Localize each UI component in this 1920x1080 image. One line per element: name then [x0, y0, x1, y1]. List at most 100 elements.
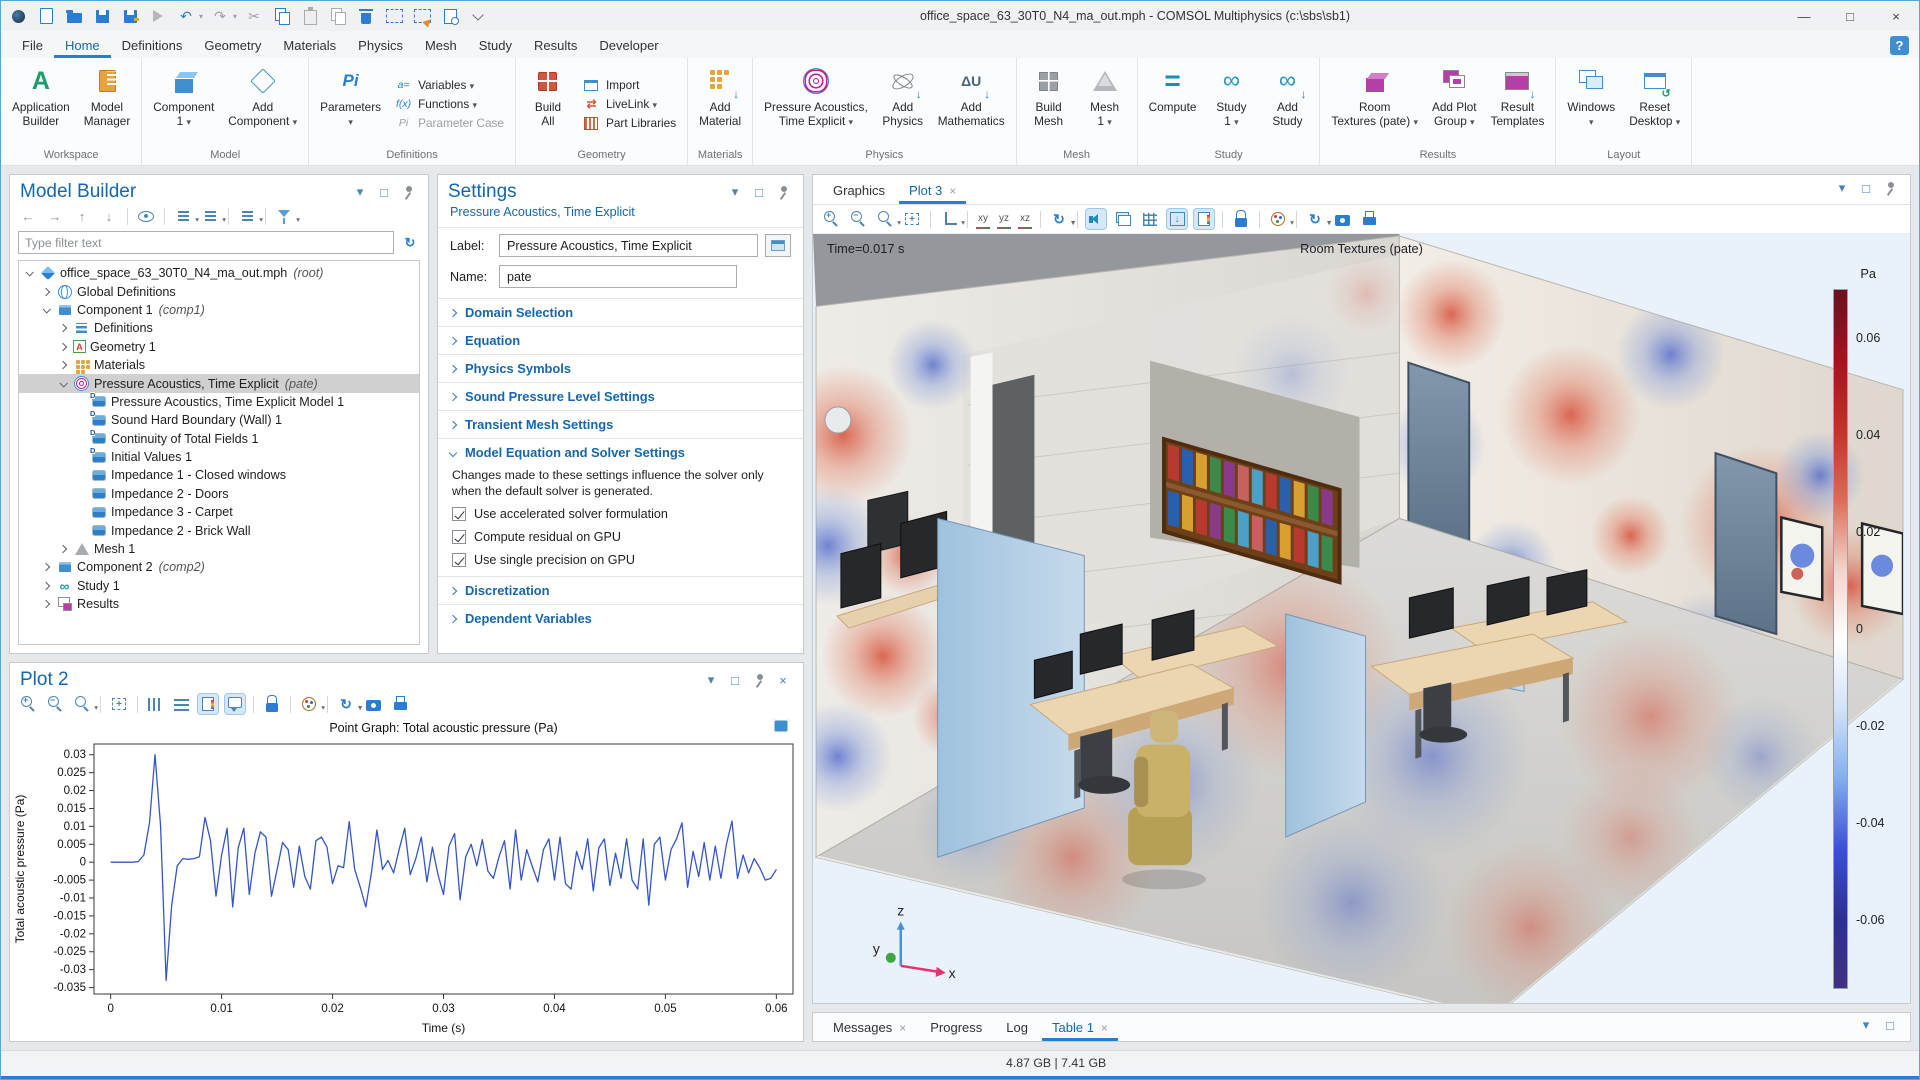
tree-item-impedance-1-closed-windows[interactable]: Impedance 1 - Closed windows: [19, 466, 419, 484]
x-axis-grid-icon[interactable]: [148, 697, 163, 711]
tree-item-continuity-of-total-fields-1[interactable]: Continuity of Total Fields 1: [19, 428, 419, 448]
tree-expander-icon[interactable]: [42, 305, 51, 314]
select-box-icon[interactable]: [383, 5, 405, 27]
show-material-color-icon[interactable]: [1167, 209, 1187, 229]
rename-label-button[interactable]: [765, 234, 791, 257]
filter-icon[interactable]: ▾: [274, 206, 300, 226]
run-icon[interactable]: [147, 5, 169, 27]
float-icon[interactable]: □: [725, 670, 745, 690]
ribbon-parameter-case[interactable]: Pi Parameter Case: [395, 116, 504, 131]
app-logo-icon[interactable]: [7, 5, 29, 27]
toolbar-overflow-icon[interactable]: [467, 5, 489, 27]
ribbon-add-study[interactable]: ∞AddStudy: [1259, 62, 1315, 146]
image-snapshot-icon[interactable]: [1332, 209, 1352, 229]
menu-definitions[interactable]: Definitions: [111, 34, 194, 58]
ribbon-build-mesh[interactable]: Build Mesh: [1021, 62, 1077, 146]
tree-expander-icon[interactable]: [41, 287, 51, 296]
ribbon-add-material[interactable]: AddMaterial: [692, 62, 748, 146]
print-icon[interactable]: [390, 694, 410, 714]
zoom-out-icon[interactable]: −: [45, 694, 65, 714]
tree-item-global-definitions[interactable]: Global Definitions: [19, 282, 419, 300]
collapse-icon[interactable]: ▾: [725, 182, 745, 202]
tree-item-sound-hard-boundary-wall-1[interactable]: Sound Hard Boundary (Wall) 1: [19, 410, 419, 429]
zoom-box-icon[interactable]: ▾: [72, 694, 98, 714]
tree-expander-icon[interactable]: [58, 324, 68, 333]
find-icon[interactable]: [439, 5, 461, 27]
tab-graphics[interactable]: Graphics: [823, 178, 895, 204]
image-snapshot-icon[interactable]: [363, 694, 383, 714]
undo-dropdown-icon[interactable]: ▾: [199, 12, 203, 21]
ribbon-part-libraries[interactable]: Part Libraries: [583, 116, 676, 131]
redo-dropdown-icon[interactable]: ▾: [233, 12, 237, 21]
menu-file[interactable]: File: [11, 34, 54, 58]
ribbon-variables[interactable]: a= Variables ▾: [395, 78, 504, 93]
section-header-transient-mesh-settings[interactable]: Transient Mesh Settings: [438, 411, 803, 438]
tree-expander-icon[interactable]: [25, 268, 34, 277]
model-tree-node-text-icon[interactable]: ▾: [237, 206, 263, 226]
tree-item-initial-values-1[interactable]: Initial Values 1: [19, 447, 419, 466]
tree-expander-icon[interactable]: [41, 563, 51, 572]
ribbon-livelink[interactable]: ⇄ LiveLink ▾: [583, 97, 676, 112]
tab-table-1[interactable]: Table 1 ×: [1042, 1015, 1118, 1041]
plot-properties-button[interactable]: [773, 719, 789, 733]
redo-icon[interactable]: ↷: [209, 5, 231, 27]
ribbon-result-templates[interactable]: ResultTemplates: [1484, 62, 1552, 146]
new-file-icon[interactable]: [35, 5, 57, 27]
tab-log[interactable]: Log: [996, 1015, 1038, 1041]
minimize-button[interactable]: —: [1781, 1, 1827, 31]
rotate-view-icon[interactable]: ↻ ▾: [1049, 209, 1075, 229]
menu-mesh[interactable]: Mesh: [414, 34, 468, 58]
paste-icon[interactable]: [299, 5, 321, 27]
menu-materials[interactable]: Materials: [272, 34, 347, 58]
default-view-icon[interactable]: ▾: [939, 209, 965, 229]
tree-item-component-1[interactable]: Component 1 (comp1): [19, 301, 419, 319]
print-icon[interactable]: [1359, 209, 1379, 229]
tree-item-definitions[interactable]: Definitions: [19, 319, 419, 337]
color-palette-icon[interactable]: ▾: [1268, 209, 1294, 229]
nav-back-icon[interactable]: ←: [18, 206, 38, 226]
view-xy-icon[interactable]: xy: [976, 209, 990, 229]
section-header-discretization[interactable]: Discretization: [438, 577, 803, 604]
color-palette-icon[interactable]: ▾: [299, 694, 325, 714]
menu-results[interactable]: Results: [523, 34, 588, 58]
tree-item-office-space-63-30t0-n4-ma-out-mph[interactable]: office_space_63_30T0_N4_ma_out.mph (root): [19, 264, 419, 282]
collapse-icon[interactable]: ▾: [1856, 1015, 1876, 1035]
tree-item-mesh-1[interactable]: Mesh 1: [19, 540, 419, 558]
scene-light-icon[interactable]: [1113, 209, 1133, 229]
tree-expander-icon[interactable]: [58, 360, 68, 370]
ribbon-application-builder[interactable]: A Application Builder: [5, 62, 77, 146]
zoom-box-icon[interactable]: ▾: [875, 209, 901, 229]
section-header-sound-pressure-level-settings[interactable]: Sound Pressure Level Settings: [438, 383, 803, 410]
pin-icon[interactable]: [1880, 178, 1900, 198]
ribbon-study-1[interactable]: ∞ Study 1 ▾: [1203, 62, 1259, 146]
annotation-icon[interactable]: [225, 694, 245, 714]
ribbon-add-physics[interactable]: AddPhysics: [875, 62, 931, 146]
tree-item-pressure-acoustics-time-explicit-model-1[interactable]: Pressure Acoustics, Time Explicit Model …: [19, 391, 419, 411]
ribbon-parameters[interactable]: Pi Parameters ▾: [313, 62, 388, 146]
show-grid-icon[interactable]: [1143, 212, 1157, 226]
zoom-out-icon[interactable]: −: [848, 209, 868, 229]
open-file-icon[interactable]: [63, 5, 85, 27]
duplicate-icon[interactable]: [327, 5, 349, 27]
close-tab-icon[interactable]: ×: [899, 1021, 906, 1035]
clear-selection-icon[interactable]: [411, 5, 433, 27]
ribbon-import[interactable]: Import: [583, 78, 676, 93]
tree-item-pressure-acoustics-time-explicit[interactable]: Pressure Acoustics, Time Explicit (pate): [19, 374, 419, 393]
ribbon-pressure-acoustics-time-explicit[interactable]: Pressure Acoustics, Time Explicit ▾: [757, 62, 875, 146]
checkbox-use-single-precision-on-gpu[interactable]: Use single precision on GPU: [452, 553, 789, 567]
tree-item-materials[interactable]: Materials: [19, 356, 419, 374]
view-xz-icon[interactable]: xz: [1018, 209, 1032, 229]
section-header-equation[interactable]: Equation: [438, 327, 803, 354]
help-button[interactable]: ?: [1890, 36, 1909, 55]
move-down-icon[interactable]: ↓: [99, 206, 119, 226]
tree-item-impedance-2-doors[interactable]: Impedance 2 - Doors: [19, 485, 419, 503]
checkbox-use-accelerated-solver-formulation[interactable]: Use accelerated solver formulation: [452, 507, 789, 521]
pin-icon[interactable]: [398, 182, 418, 202]
graphics-canvas[interactable]: Time=0.017 s Room Textures (pate) Pa 0.0…: [813, 234, 1910, 1003]
copy-icon[interactable]: [271, 5, 293, 27]
name-input[interactable]: pate: [499, 265, 737, 288]
ribbon-windows[interactable]: Windows ▾: [1560, 62, 1622, 146]
nav-forward-icon[interactable]: →: [45, 206, 65, 226]
menu-developer[interactable]: Developer: [588, 34, 669, 58]
ribbon-component-1[interactable]: Component 1 ▾: [146, 62, 221, 146]
